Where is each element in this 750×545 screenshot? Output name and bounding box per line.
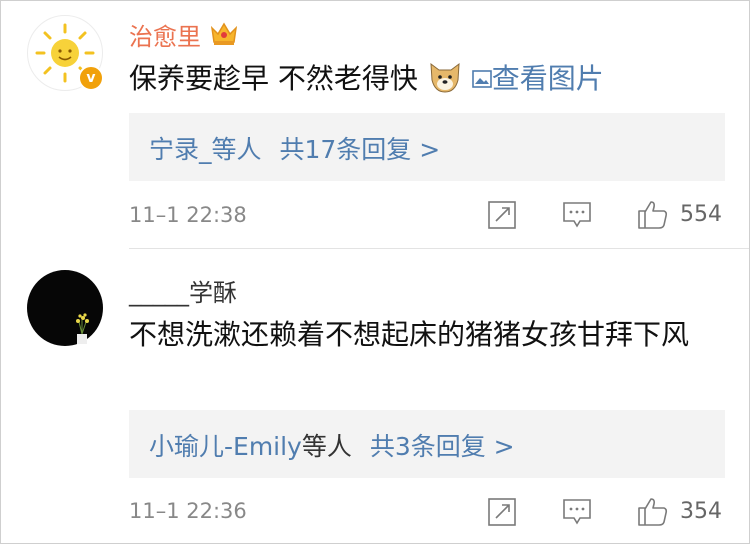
share-icon[interactable] [487, 497, 517, 527]
timestamp: 11–1 22:36 [129, 499, 247, 523]
comment-item: v 治愈里 保养要趁早 不然老得快 查看图片 宁录_等人 共17条回复 > 11… [1, 1, 749, 249]
reply-count-link[interactable]: 共17条回复 > [279, 135, 440, 164]
reply-users-suffix: 等人 [301, 432, 352, 461]
comment-icon[interactable] [562, 497, 592, 527]
view-image-link[interactable]: 查看图片 [471, 62, 604, 95]
comment-text-content: 保养要趁早 不然老得快 [129, 62, 418, 95]
verified-badge: v [78, 65, 104, 91]
like-count: 354 [680, 499, 722, 524]
comment-text: 保养要趁早 不然老得快 查看图片 [129, 57, 719, 101]
doge-emoji-icon [430, 62, 460, 93]
comment-icon[interactable] [562, 200, 592, 230]
username[interactable]: 治愈里 [129, 17, 239, 52]
like-icon[interactable] [637, 495, 669, 527]
reply-users[interactable]: 宁录_等人 [149, 135, 262, 164]
flower-avatar-icon [76, 313, 89, 344]
view-image-text[interactable]: 查看图片 [492, 62, 604, 95]
replies-preview[interactable]: 小瑜儿-Emily等人 共3条回复 > [129, 410, 725, 478]
avatar[interactable] [27, 270, 103, 346]
like-count: 554 [680, 202, 722, 227]
comment-text: 不想洗漱还赖着不想起床的猪猪女孩甘拜下风 [129, 318, 690, 351]
username[interactable]: _____学酥 [129, 273, 237, 308]
crown-icon [210, 22, 237, 45]
share-icon[interactable] [487, 200, 517, 230]
replies-preview[interactable]: 宁录_等人 共17条回复 > [129, 113, 725, 181]
username-text[interactable]: 治愈里 [129, 23, 201, 51]
timestamp: 11–1 22:38 [129, 203, 247, 227]
image-icon [471, 70, 492, 88]
reply-users[interactable]: 小瑜儿-Emily [149, 432, 302, 461]
like-icon[interactable] [637, 198, 669, 230]
comment-item: _____学酥 不想洗漱还赖着不想起床的猪猪女孩甘拜下风 小瑜儿-Emily等人… [1, 249, 749, 545]
reply-count-link[interactable]: 共3条回复 > [370, 432, 515, 461]
